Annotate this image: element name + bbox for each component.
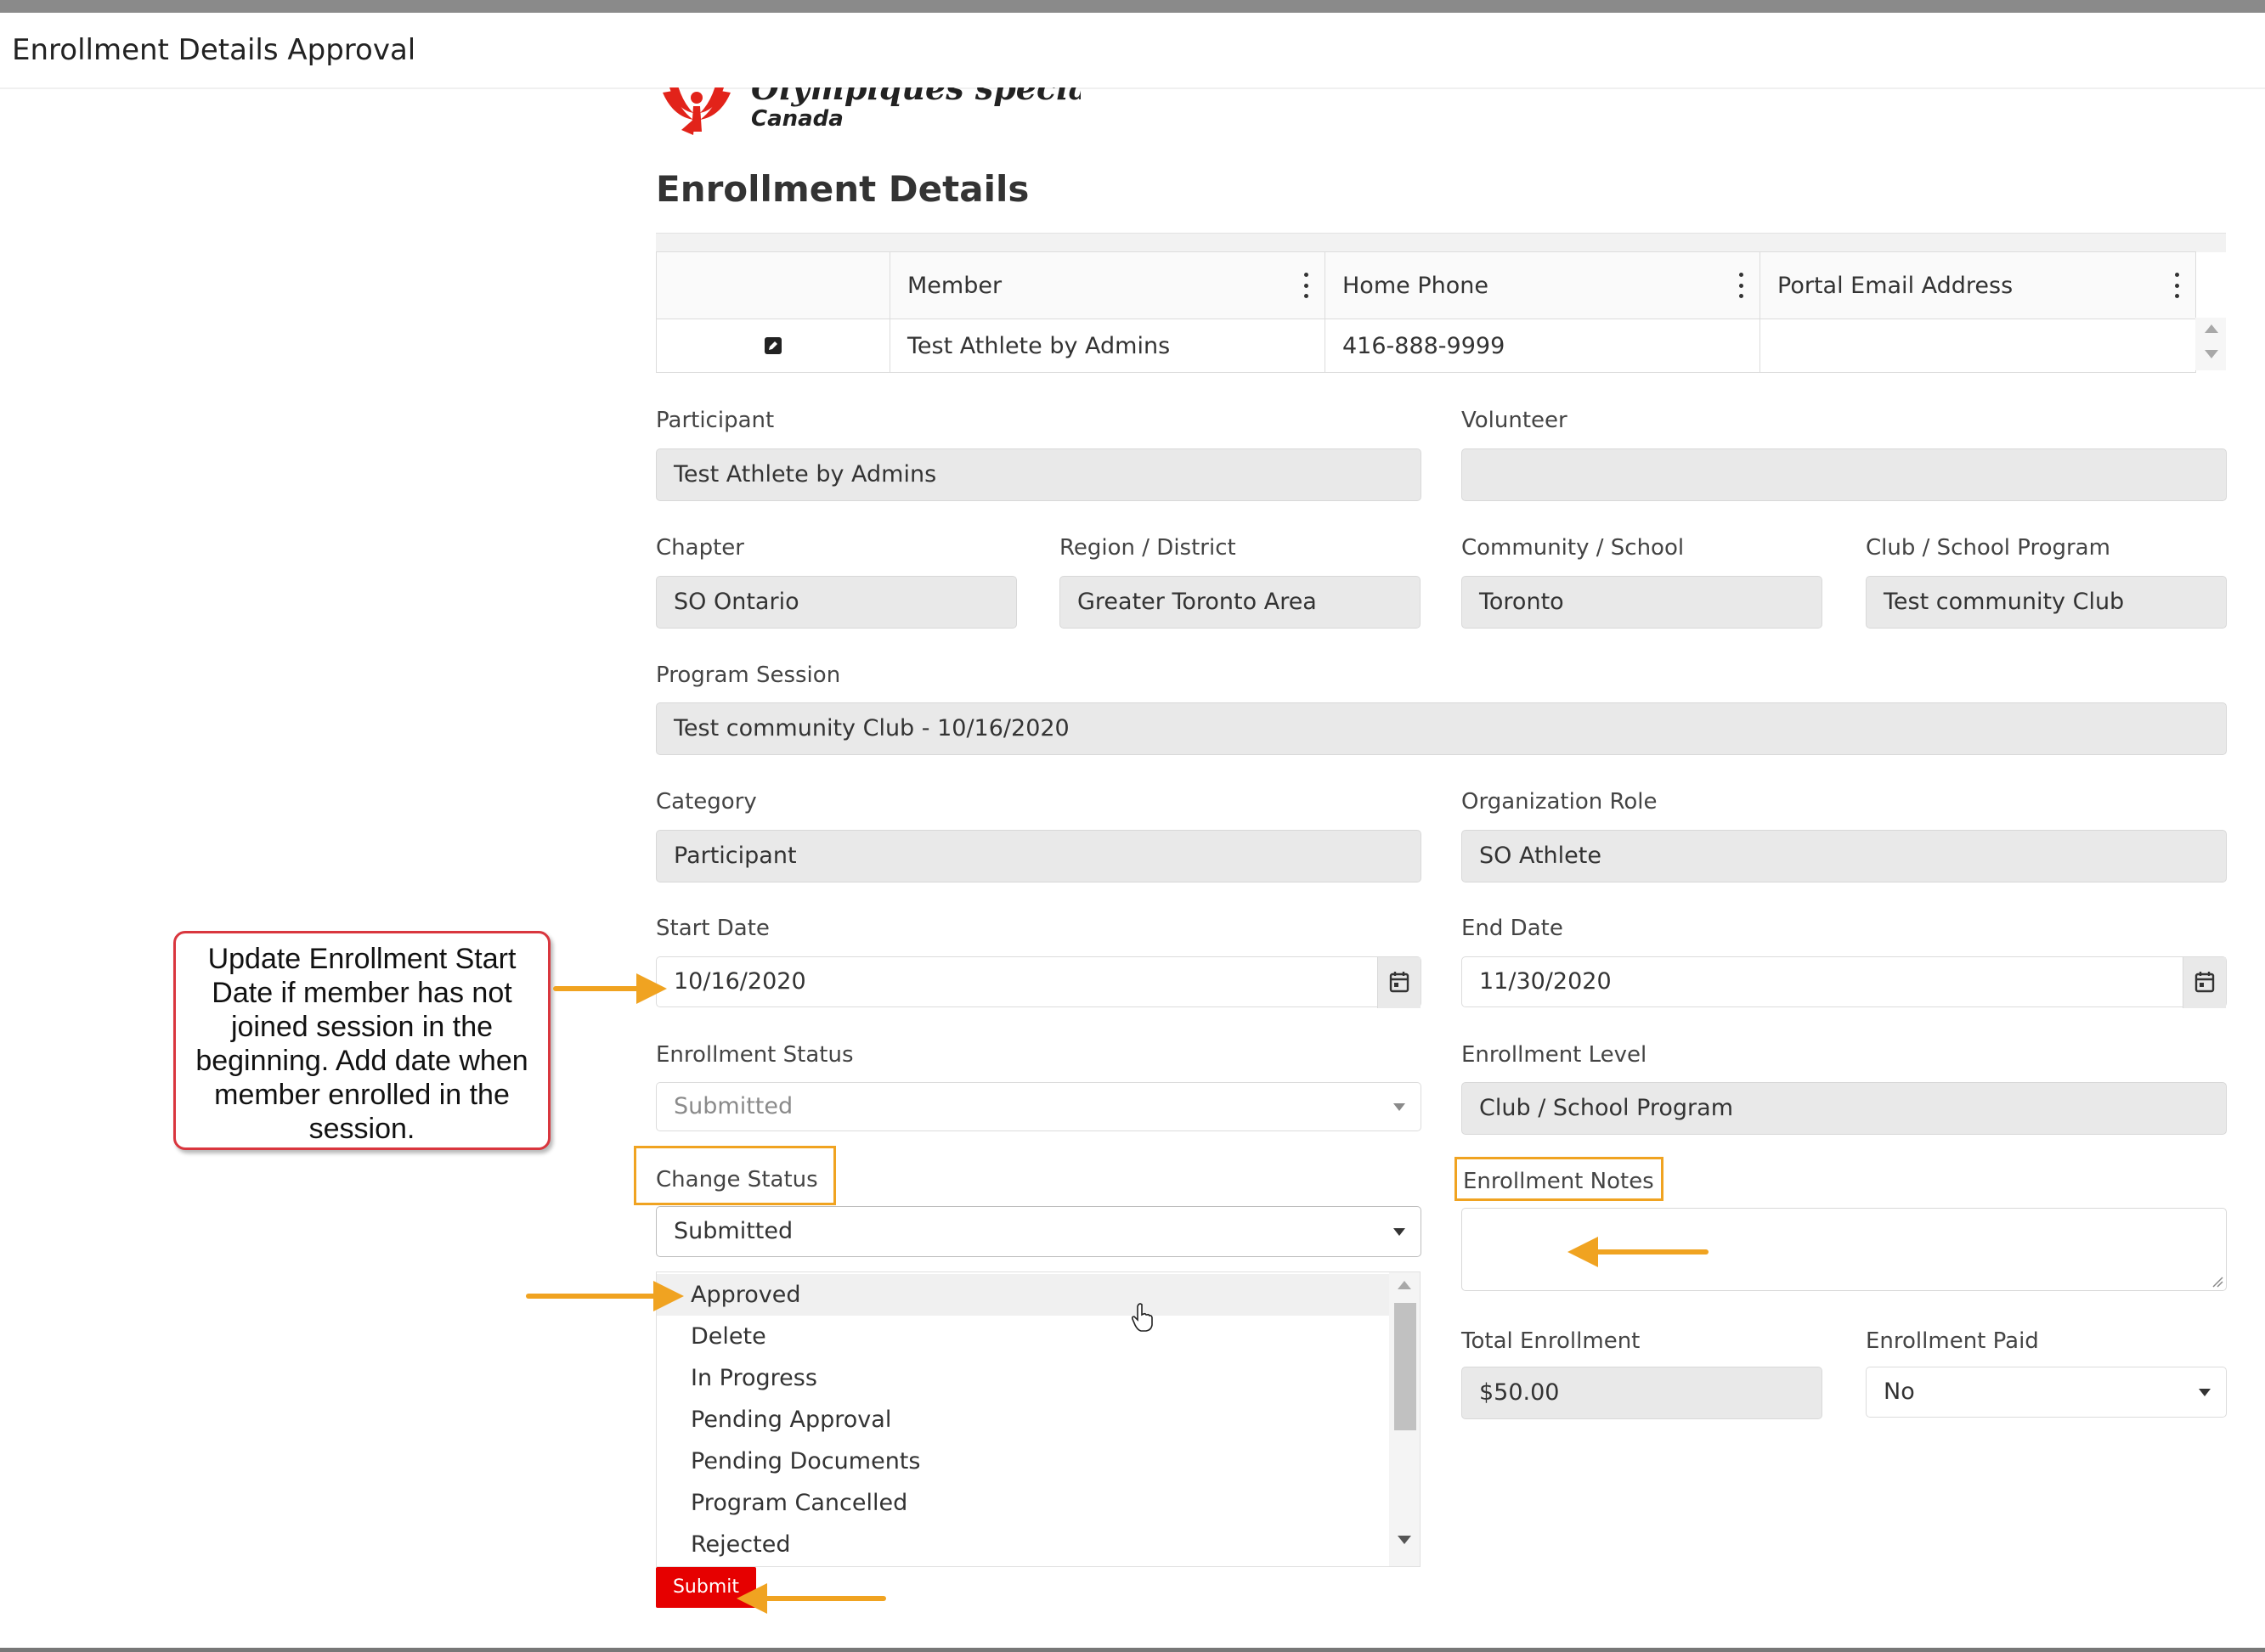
option-pending-approval[interactable]: Pending Approval bbox=[657, 1399, 1391, 1441]
chevron-down-icon bbox=[1393, 1103, 1405, 1111]
option-delete[interactable]: Delete bbox=[657, 1316, 1391, 1357]
option-rejected[interactable]: Rejected bbox=[657, 1524, 1391, 1565]
resize-handle-icon[interactable] bbox=[2211, 1276, 2223, 1288]
logo-text: Olympiques spéciaux bbox=[751, 87, 1081, 107]
column-header-label: Member bbox=[907, 272, 1003, 299]
club-field: Test community Club bbox=[1866, 576, 2227, 629]
start-date-input[interactable]: 10/16/2020 bbox=[656, 956, 1421, 1008]
start-date-calendar-button[interactable] bbox=[1377, 957, 1421, 1008]
region-field: Greater Toronto Area bbox=[1059, 576, 1421, 629]
participant-field: Test Athlete by Admins bbox=[656, 448, 1421, 501]
scroll-down-icon[interactable] bbox=[2205, 350, 2218, 358]
chapter-label: Chapter bbox=[656, 535, 744, 561]
calendar-icon[interactable] bbox=[2194, 971, 2215, 993]
program-session-label: Program Session bbox=[656, 662, 841, 688]
scroll-up-icon[interactable] bbox=[2205, 324, 2218, 333]
change-status-options[interactable]: Approved Delete In Progress Pending Appr… bbox=[656, 1271, 1421, 1567]
portal-email-cell bbox=[1759, 319, 2196, 373]
chapter-field: SO Ontario bbox=[656, 576, 1017, 629]
club-label: Club / School Program bbox=[1866, 535, 2110, 561]
column-menu-icon[interactable] bbox=[1302, 273, 1309, 298]
page-title: Enrollment Details bbox=[656, 168, 1030, 210]
end-date-value: 11/30/2020 bbox=[1479, 968, 1612, 995]
column-header-member[interactable]: Member bbox=[890, 251, 1325, 319]
window-top-border bbox=[0, 0, 2265, 13]
table-header-row: Member Home Phone Portal Email Address bbox=[656, 251, 2196, 319]
calendar-icon[interactable] bbox=[1389, 971, 1409, 993]
total-enrollment-label: Total Enrollment bbox=[1461, 1328, 1641, 1354]
enrollment-status-select: Submitted bbox=[656, 1082, 1421, 1131]
chevron-down-icon[interactable] bbox=[1393, 1228, 1405, 1236]
special-olympics-logo-icon bbox=[663, 87, 731, 135]
enrollment-paid-label: Enrollment Paid bbox=[1866, 1328, 2039, 1354]
category-label: Category bbox=[656, 789, 757, 815]
option-program-cancelled[interactable]: Program Cancelled bbox=[657, 1482, 1391, 1524]
enrollment-paid-select[interactable]: No bbox=[1866, 1367, 2227, 1418]
scroll-down-icon[interactable] bbox=[1398, 1536, 1411, 1544]
window-title: Enrollment Details Approval bbox=[12, 33, 416, 67]
community-label: Community / School bbox=[1461, 535, 1685, 561]
column-header-label: Portal Email Address bbox=[1777, 272, 2014, 299]
organization-role-label: Organization Role bbox=[1461, 789, 1658, 815]
logo-subtext: Canada bbox=[751, 106, 844, 132]
change-status-value: Submitted bbox=[674, 1218, 794, 1244]
option-pending-documents[interactable]: Pending Documents bbox=[657, 1441, 1391, 1482]
enrollment-paid-value: No bbox=[1884, 1379, 1915, 1405]
edit-cell[interactable] bbox=[656, 319, 890, 373]
participant-label: Participant bbox=[656, 408, 775, 433]
column-menu-icon[interactable] bbox=[1737, 273, 1744, 298]
region-label: Region / District bbox=[1059, 535, 1236, 561]
submit-button[interactable]: Submit bbox=[656, 1567, 756, 1608]
scrollbar-thumb[interactable] bbox=[1394, 1303, 1416, 1430]
community-field: Toronto bbox=[1461, 576, 1822, 629]
option-approved[interactable]: Approved bbox=[657, 1274, 1391, 1316]
change-status-select[interactable]: Submitted bbox=[656, 1206, 1421, 1257]
start-date-value: 10/16/2020 bbox=[674, 968, 806, 995]
end-date-label: End Date bbox=[1461, 916, 1563, 941]
window-bottom-border bbox=[0, 1648, 2265, 1652]
chevron-down-icon[interactable] bbox=[2199, 1389, 2211, 1396]
edit-icon[interactable] bbox=[765, 337, 782, 354]
title-bar: Enrollment Details Approval bbox=[0, 13, 2265, 89]
enrollment-level-label: Enrollment Level bbox=[1461, 1042, 1647, 1068]
enrollment-status-value: Submitted bbox=[674, 1093, 794, 1119]
start-date-label: Start Date bbox=[656, 916, 770, 941]
special-olympics-logo: Olympiques spéciaux Canada bbox=[656, 87, 1081, 135]
change-status-highlight bbox=[634, 1146, 836, 1205]
members-table: Member Home Phone Portal Email Address T… bbox=[656, 251, 2196, 373]
option-in-progress[interactable]: In Progress bbox=[657, 1357, 1391, 1399]
grid-toolbar-strip bbox=[656, 233, 2226, 252]
options-scrollbar[interactable] bbox=[1389, 1272, 1420, 1566]
enrollment-notes-highlight bbox=[1454, 1157, 1663, 1201]
enrollment-notes-textarea[interactable] bbox=[1461, 1208, 2227, 1291]
total-enrollment-field: $50.00 bbox=[1461, 1367, 1822, 1419]
hand-cursor-icon bbox=[1132, 1303, 1153, 1332]
column-header-edit bbox=[656, 251, 890, 319]
home-phone-cell: 416-888-9999 bbox=[1325, 319, 1760, 373]
column-header-label: Home Phone bbox=[1342, 272, 1488, 299]
members-grid: Member Home Phone Portal Email Address T… bbox=[656, 233, 2226, 376]
member-cell: Test Athlete by Admins bbox=[890, 319, 1325, 373]
start-date-callout: Update Enrollment Start Date if member h… bbox=[173, 931, 551, 1150]
program-session-field: Test community Club - 10/16/2020 bbox=[656, 702, 2227, 755]
table-row[interactable]: Test Athlete by Admins 416-888-9999 bbox=[656, 319, 2196, 373]
column-header-home-phone[interactable]: Home Phone bbox=[1325, 251, 1760, 319]
category-field: Participant bbox=[656, 830, 1421, 882]
column-menu-icon[interactable] bbox=[2173, 273, 2180, 298]
grid-scrollbar[interactable] bbox=[2195, 318, 2226, 370]
end-date-input[interactable]: 11/30/2020 bbox=[1461, 956, 2227, 1008]
volunteer-field bbox=[1461, 448, 2227, 501]
enrollment-level-field: Club / School Program bbox=[1461, 1082, 2227, 1135]
column-header-portal-email[interactable]: Portal Email Address bbox=[1759, 251, 2196, 319]
scroll-up-icon[interactable] bbox=[1398, 1281, 1411, 1289]
enrollment-status-label: Enrollment Status bbox=[656, 1042, 854, 1068]
volunteer-label: Volunteer bbox=[1461, 408, 1567, 433]
end-date-calendar-button[interactable] bbox=[2183, 957, 2226, 1008]
organization-role-field: SO Athlete bbox=[1461, 830, 2227, 882]
